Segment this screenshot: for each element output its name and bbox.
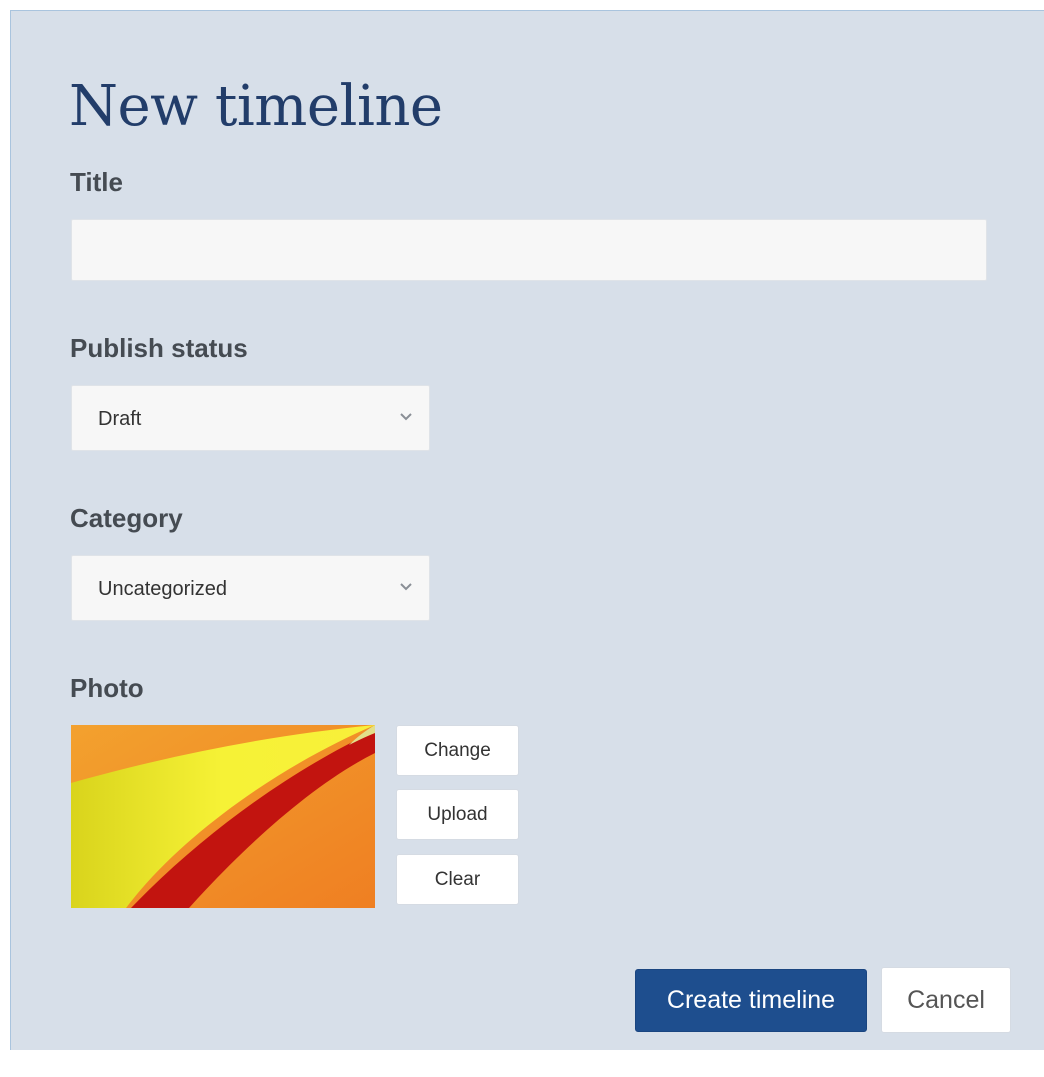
new-timeline-panel: New timeline Title Publish status Draft …: [10, 10, 1044, 1050]
clear-photo-button[interactable]: Clear: [396, 854, 519, 905]
category-label: Category: [70, 503, 183, 533]
publish-status-label: Publish status: [70, 333, 248, 363]
photo-thumbnail: [71, 725, 375, 908]
photo-image: [71, 725, 375, 908]
category-value: Uncategorized: [98, 578, 227, 600]
cancel-button[interactable]: Cancel: [881, 967, 1011, 1033]
publish-status-select[interactable]: Draft: [71, 385, 430, 451]
title-label: Title: [70, 167, 123, 197]
chevron-down-icon: [400, 413, 412, 421]
create-timeline-button[interactable]: Create timeline: [635, 969, 867, 1032]
chevron-down-icon: [400, 583, 412, 591]
change-photo-button[interactable]: Change: [396, 725, 519, 776]
publish-status-value: Draft: [98, 408, 142, 430]
photo-label: Photo: [70, 673, 144, 703]
title-input[interactable]: [71, 219, 987, 281]
upload-photo-button[interactable]: Upload: [396, 789, 519, 840]
category-select[interactable]: Uncategorized: [71, 555, 430, 621]
page-title: New timeline: [69, 74, 443, 139]
